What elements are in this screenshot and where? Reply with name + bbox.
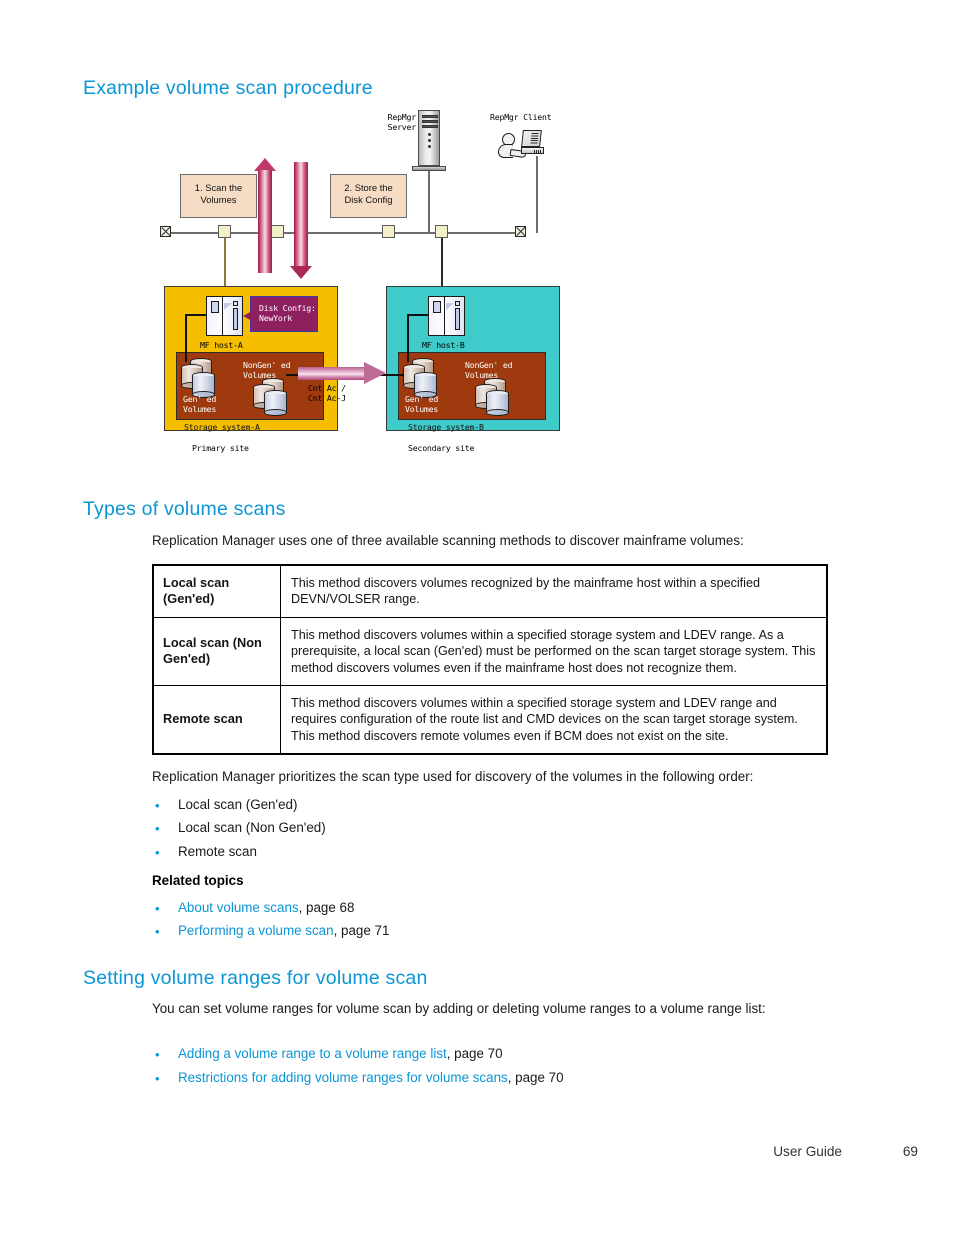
table-row: Remote scan This method discovers volume…: [152, 685, 828, 755]
inter-site-link-label: Cnt Ac / Cnt Ac-J: [308, 383, 346, 403]
table-cell-scan-name: Remote scan: [152, 685, 281, 755]
table-cell-scan-description: This method discovers volumes within a s…: [280, 685, 828, 755]
primary-nongened-label: NonGen' ed Volumes: [243, 360, 291, 380]
client-computer-icon: [521, 130, 552, 156]
scan-name-line1: Remote scan: [163, 711, 243, 727]
bus-terminator-right: [515, 226, 526, 237]
bus-terminator-left: [160, 226, 171, 237]
storage-system-a-label: Storage system-A: [184, 422, 260, 432]
mf-host-a-icon: [206, 296, 243, 336]
callout-step-1-scan-the-volumes: 1. Scan the Volumes: [180, 174, 257, 218]
user-person-icon: [498, 133, 527, 159]
mf-host-a-label: MF host-A: [200, 340, 243, 350]
replication-arrow: [298, 362, 388, 384]
secondary-nongened-label: NonGen' ed Volumes: [465, 360, 513, 380]
server-bus-link: [428, 171, 430, 233]
bullet-dot-icon: •: [155, 1047, 160, 1062]
related-topic-link-2-row: • Performing a volume scan, page 71: [155, 921, 389, 940]
mf-a-wire-v: [185, 314, 187, 362]
ranges-link-2-wrap: Restrictions for adding volume ranges fo…: [178, 1068, 564, 1087]
storage-system-b-label: Storage system-B: [408, 422, 484, 432]
related-topics-heading: Related topics: [152, 873, 244, 888]
table-cell-scan-description: This method discovers volumes within a s…: [280, 616, 828, 687]
bullet-dot-icon: •: [155, 1071, 160, 1086]
secondary-gened-label: Gen' ed Volumes: [405, 394, 439, 414]
scan-name-line2: (Gen'ed): [163, 591, 215, 607]
bullet-dot-icon: •: [155, 821, 160, 836]
page-footer: User Guide 69: [0, 1144, 954, 1159]
volume-cylinder: [264, 390, 287, 416]
mf-host-b-icon: [428, 296, 465, 336]
arrow-store-down: [290, 162, 312, 279]
bus-node-3: [382, 225, 395, 238]
table-cell-scan-description: This method discovers volumes recognized…: [280, 564, 828, 618]
heading-example-volume-scan-procedure: Example volume scan procedure: [83, 77, 373, 99]
related-topic-link-1-row: • About volume scans, page 68: [155, 898, 354, 917]
client-bus-link: [536, 156, 538, 233]
related-topic-link-1-wrap: About volume scans, page 68: [178, 898, 354, 917]
link-about-volume-scans[interactable]: About volume scans: [178, 900, 299, 915]
scan-name-line1: Local scan: [163, 575, 230, 590]
heading-types-of-volume-scans: Types of volume scans: [83, 498, 286, 520]
list-item-priority-3: • Remote scan: [155, 842, 257, 861]
arrow-scan-up: [254, 158, 276, 273]
bullet-dot-icon: •: [155, 924, 160, 939]
mf-a-wire-h: [185, 314, 207, 316]
secondary-site-label: Secondary site: [408, 443, 475, 453]
bullet-dot-icon: •: [155, 798, 160, 813]
primary-gened-label: Gen' ed Volumes: [183, 394, 217, 414]
scan-name-line2: Gen'ed): [163, 651, 211, 667]
disk-config-bubble: Disk Config: NewYork: [243, 296, 318, 332]
table-row: Local scan (Gen'ed) This method discover…: [152, 564, 828, 618]
document-page: Example volume scan procedure RepMgr Ser…: [0, 0, 954, 1235]
ranges-intro-paragraph: You can set volume ranges for volume sca…: [152, 1001, 766, 1016]
types-intro-paragraph: Replication Manager uses one of three av…: [152, 533, 744, 548]
ranges-link-1-row: • Adding a volume range to a volume rang…: [155, 1044, 503, 1063]
list-item-label: Remote scan: [178, 844, 257, 859]
list-item-priority-2: • Local scan (Non Gen'ed): [155, 818, 326, 837]
link-page-ref: , page 71: [333, 923, 390, 938]
footer-page-number: 69: [902, 1144, 918, 1159]
bus-node-4: [435, 225, 448, 238]
scan-types-table: Local scan (Gen'ed) This method discover…: [152, 564, 828, 756]
related-topic-link-2-wrap: Performing a volume scan, page 71: [178, 921, 389, 940]
table-row: Local scan (Non Gen'ed) This method disc…: [152, 616, 828, 687]
priority-intro-paragraph: Replication Manager prioritizes the scan…: [152, 769, 754, 784]
link-adding-a-volume-range-to-a-volume-range-list[interactable]: Adding a volume range to a volume range …: [178, 1046, 447, 1061]
example-volume-scan-diagram: RepMgr Server RepMgr Client 1. Scan the …: [150, 100, 560, 478]
list-item-label: Local scan (Gen'ed): [178, 797, 298, 812]
link-restrictions-for-adding-volume-ranges-for-volume-scans[interactable]: Restrictions for adding volume ranges fo…: [178, 1070, 508, 1085]
ranges-link-2-row: • Restrictions for adding volume ranges …: [155, 1068, 564, 1087]
bullet-dot-icon: •: [155, 845, 160, 860]
table-cell-scan-name: Local scan (Gen'ed): [152, 564, 281, 618]
heading-setting-volume-ranges-for-volume-scan: Setting volume ranges for volume scan: [83, 967, 428, 989]
table-cell-scan-name: Local scan (Non Gen'ed): [152, 616, 281, 687]
link-page-ref: , page 70: [507, 1070, 564, 1085]
link-performing-a-volume-scan[interactable]: Performing a volume scan: [178, 923, 334, 938]
ranges-link-1-wrap: Adding a volume range to a volume range …: [178, 1044, 503, 1063]
primary-site-label: Primary site: [192, 443, 249, 453]
repmgr-client-label: RepMgr Client: [490, 112, 552, 122]
mf-host-b-label: MF host-B: [422, 340, 465, 350]
bus-node-1: [218, 225, 231, 238]
volume-cylinder: [486, 390, 509, 416]
scan-name-line1: Local scan (Non: [163, 635, 262, 651]
footer-guide-label: User Guide: [773, 1144, 842, 1159]
mf-b-wire-v: [407, 314, 409, 362]
link-page-ref: , page 70: [446, 1046, 503, 1061]
repmgr-server-label: RepMgr Server: [387, 112, 417, 132]
list-item-priority-1: • Local scan (Gen'ed): [155, 795, 297, 814]
bullet-dot-icon: •: [155, 901, 160, 916]
mf-b-wire-h: [407, 314, 429, 316]
callout-step-2-store-the-disk-config: 2. Store the Disk Config: [330, 174, 407, 218]
server-tower-icon: [418, 110, 440, 166]
list-item-label: Local scan (Non Gen'ed): [178, 820, 326, 835]
link-page-ref: , page 68: [298, 900, 355, 915]
